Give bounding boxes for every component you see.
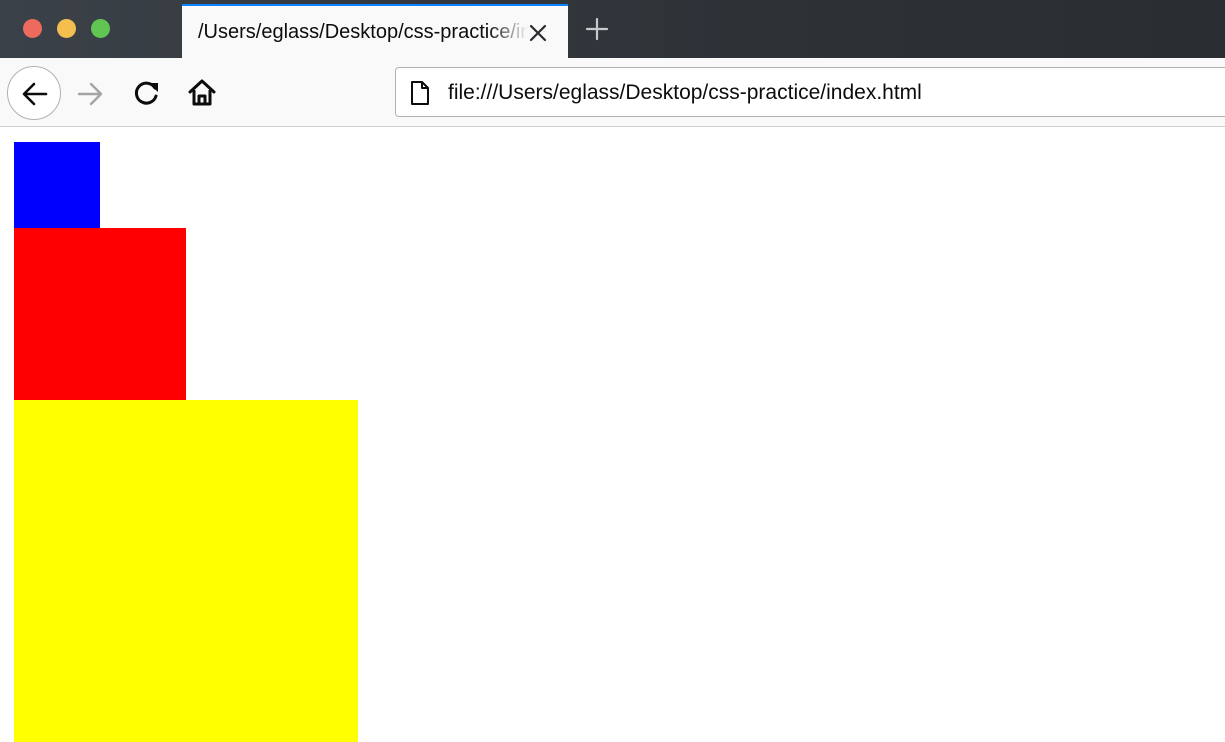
home-icon [188, 79, 216, 106]
window-minimize-button[interactable] [57, 19, 76, 38]
browser-window: /Users/eglass/Desktop/css-practice/index… [0, 0, 1225, 742]
tab-strip: /Users/eglass/Desktop/css-practice/index… [0, 0, 1225, 58]
navigation-toolbar: file:///Users/eglass/Desktop/css-practic… [0, 58, 1225, 127]
reload-button[interactable] [133, 79, 161, 112]
reload-icon [134, 81, 158, 105]
plus-icon[interactable] [585, 17, 609, 41]
forward-button[interactable] [76, 80, 104, 113]
yellow-box [14, 400, 358, 742]
window-zoom-button[interactable] [91, 19, 110, 38]
blue-box [14, 142, 100, 228]
close-icon[interactable] [528, 23, 548, 43]
red-box [14, 228, 186, 400]
home-button[interactable] [187, 78, 217, 113]
url-text[interactable]: file:///Users/eglass/Desktop/css-practic… [448, 79, 922, 107]
tab-title: /Users/eglass/Desktop/css-practice/index… [198, 21, 528, 43]
arrow-right-icon [77, 82, 103, 106]
page-viewport [0, 127, 1225, 742]
arrow-left-icon [22, 82, 48, 106]
url-bar[interactable]: file:///Users/eglass/Desktop/css-practic… [395, 67, 1225, 117]
tab-active[interactable]: /Users/eglass/Desktop/css-practice/index… [182, 4, 568, 58]
page-icon [409, 80, 431, 111]
window-close-button[interactable] [23, 19, 42, 38]
back-button[interactable] [7, 66, 61, 120]
